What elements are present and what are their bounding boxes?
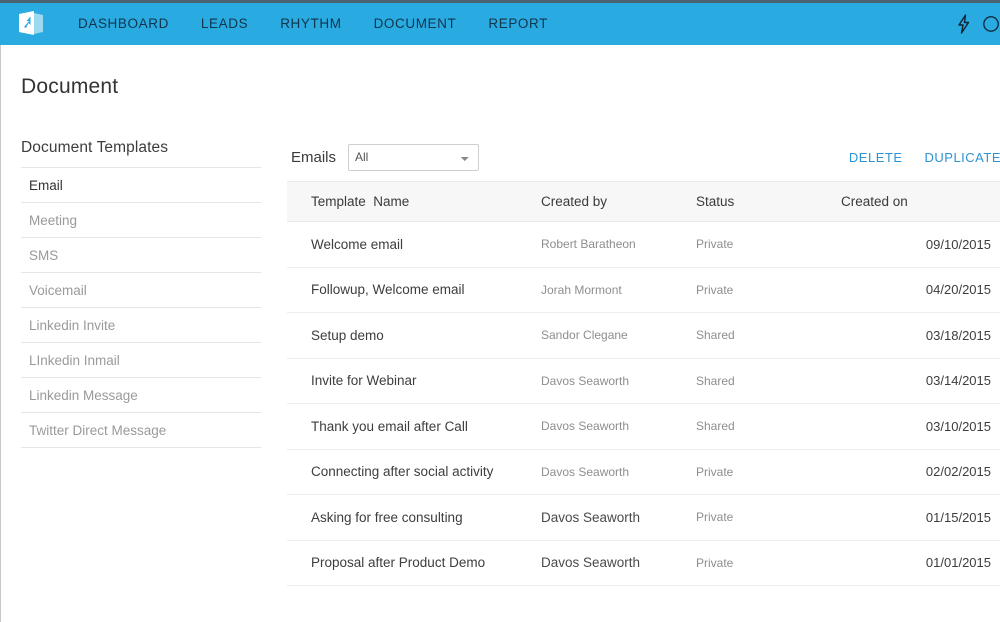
- cell-template-name: Proposal after Product Demo: [287, 540, 541, 586]
- nav-icon-group: [946, 3, 1000, 45]
- nav-link-rhythm[interactable]: RHYTHM: [264, 3, 357, 45]
- filter-select[interactable]: All: [348, 144, 479, 171]
- sidebar-item-meeting[interactable]: Meeting: [21, 203, 261, 238]
- table-body: Welcome email Robert Baratheon Private 0…: [287, 222, 1000, 586]
- top-navbar: DASHBOARD LEADS RHYTHM DOCUMENT REPORT: [0, 3, 1000, 45]
- cell-template-name: Thank you email after Call: [287, 404, 541, 450]
- app-logo[interactable]: [0, 3, 62, 45]
- cell-template-name: Connecting after social activity: [287, 449, 541, 495]
- cell-status: Private: [696, 267, 841, 313]
- table-row[interactable]: Welcome email Robert Baratheon Private 0…: [287, 222, 1000, 268]
- cell-template-name: Asking for free consulting: [287, 495, 541, 541]
- cell-status: Private: [696, 449, 841, 495]
- sidebar-list: Email Meeting SMS Voicemail Linkedin Inv…: [21, 167, 261, 448]
- table-row[interactable]: Proposal after Product Demo Davos Seawor…: [287, 540, 1000, 586]
- table-row[interactable]: Setup demo Sandor Clegane Shared 03/18/2…: [287, 313, 1000, 359]
- cell-created-by: Robert Baratheon: [541, 222, 696, 268]
- column-header-status[interactable]: Status: [696, 182, 841, 222]
- page-body: Document Document Templates Email Meetin…: [0, 45, 1000, 622]
- toolbar-label: Emails: [291, 149, 336, 166]
- sidebar-item-linkedin-invite[interactable]: Linkedin Invite: [21, 308, 261, 343]
- main-panel: Emails All DELETE DUPLICATE Template Nam…: [287, 133, 1000, 586]
- table-header-row: Template Name Created by Status Created …: [287, 182, 1000, 222]
- duplicate-button[interactable]: DUPLICATE: [903, 150, 1000, 165]
- logo-icon: [16, 10, 46, 38]
- cell-created-on: 03/14/2015: [841, 358, 1000, 404]
- nav-link-dashboard[interactable]: DASHBOARD: [62, 3, 185, 45]
- sidebar-item-linkedin-inmail[interactable]: LInkedin Inmail: [21, 343, 261, 378]
- cell-created-on: 04/20/2015: [841, 267, 1000, 313]
- sidebar: Document Templates Email Meeting SMS Voi…: [21, 139, 261, 448]
- nav-links: DASHBOARD LEADS RHYTHM DOCUMENT REPORT: [62, 3, 564, 45]
- cell-template-name: Invite for Webinar: [287, 358, 541, 404]
- table-head: Template Name Created by Status Created …: [287, 182, 1000, 222]
- column-header-created-by[interactable]: Created by: [541, 182, 696, 222]
- cell-status: Shared: [696, 313, 841, 359]
- cell-template-name: Setup demo: [287, 313, 541, 359]
- table-toolbar: Emails All DELETE DUPLICATE: [287, 133, 1000, 181]
- cell-created-on: 02/02/2015: [841, 449, 1000, 495]
- lightning-bolt-icon[interactable]: [946, 3, 982, 45]
- sidebar-title: Document Templates: [21, 139, 261, 167]
- sidebar-item-sms[interactable]: SMS: [21, 238, 261, 273]
- column-header-template-name[interactable]: Template Name: [287, 182, 541, 222]
- app-root: DASHBOARD LEADS RHYTHM DOCUMENT REPORT D…: [0, 0, 1000, 622]
- cell-template-name: Welcome email: [287, 222, 541, 268]
- cell-created-by: Davos Seaworth: [541, 540, 696, 586]
- cell-created-by: Sandor Clegane: [541, 313, 696, 359]
- circle-glyph: [982, 14, 1000, 34]
- cell-created-by: Davos Seaworth: [541, 404, 696, 450]
- nav-link-leads[interactable]: LEADS: [185, 3, 264, 45]
- table-row[interactable]: Connecting after social activity Davos S…: [287, 449, 1000, 495]
- sidebar-item-email[interactable]: Email: [21, 168, 261, 203]
- sidebar-item-voicemail[interactable]: Voicemail: [21, 273, 261, 308]
- cell-status: Private: [696, 540, 841, 586]
- nav-link-report[interactable]: REPORT: [472, 3, 564, 45]
- sidebar-item-linkedin-message[interactable]: Linkedin Message: [21, 378, 261, 413]
- cell-created-by: Davos Seaworth: [541, 449, 696, 495]
- cell-created-by: Davos Seaworth: [541, 495, 696, 541]
- cell-created-by: Davos Seaworth: [541, 358, 696, 404]
- templates-table: Template Name Created by Status Created …: [287, 181, 1000, 586]
- table-row[interactable]: Followup, Welcome email Jorah Mormont Pr…: [287, 267, 1000, 313]
- cell-created-on: 03/18/2015: [841, 313, 1000, 359]
- delete-button[interactable]: DELETE: [827, 150, 903, 165]
- nav-link-document[interactable]: DOCUMENT: [358, 3, 473, 45]
- cell-created-on: 01/15/2015: [841, 495, 1000, 541]
- cell-status: Private: [696, 495, 841, 541]
- lightning-bolt-glyph: [956, 14, 972, 34]
- cell-status: Shared: [696, 404, 841, 450]
- cell-created-on: 09/10/2015: [841, 222, 1000, 268]
- table-row[interactable]: Thank you email after Call Davos Seawort…: [287, 404, 1000, 450]
- circle-icon[interactable]: [982, 3, 1000, 45]
- table-row[interactable]: Asking for free consulting Davos Seawort…: [287, 495, 1000, 541]
- cell-created-on: 03/10/2015: [841, 404, 1000, 450]
- sidebar-item-twitter-dm[interactable]: Twitter Direct Message: [21, 413, 261, 448]
- column-header-created-on[interactable]: Created on: [841, 182, 1000, 222]
- page-title: Document: [21, 75, 118, 99]
- cell-created-by: Jorah Mormont: [541, 267, 696, 313]
- table-row[interactable]: Invite for Webinar Davos Seaworth Shared…: [287, 358, 1000, 404]
- cell-status: Shared: [696, 358, 841, 404]
- cell-created-on: 01/01/2015: [841, 540, 1000, 586]
- cell-status: Private: [696, 222, 841, 268]
- cell-template-name: Followup, Welcome email: [287, 267, 541, 313]
